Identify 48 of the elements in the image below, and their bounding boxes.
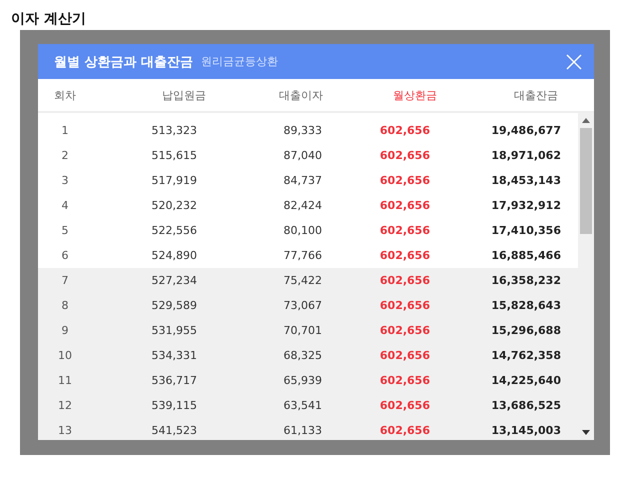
table-cell: 73,067 <box>197 293 322 318</box>
table-cell: 602,656 <box>322 393 430 418</box>
scroll-down-icon[interactable] <box>582 430 590 435</box>
scrollbar-thumb[interactable] <box>580 128 592 234</box>
close-icon[interactable] <box>566 54 582 70</box>
modal-subtitle: 원리금균등상환 <box>201 54 278 69</box>
column-header: 회차 <box>53 88 77 102</box>
table-cell: 14,225,640 <box>430 368 578 393</box>
table-cell: 602,656 <box>322 343 430 368</box>
table-cell: 602,656 <box>322 293 430 318</box>
table-cell: 602,656 <box>322 318 430 343</box>
table-cell: 536,717 <box>92 368 197 393</box>
table-cell: 7 <box>38 268 92 293</box>
table-cell: 541,523 <box>92 418 197 440</box>
table-cell: 16,358,232 <box>430 268 578 293</box>
table-cell: 534,331 <box>92 343 197 368</box>
table-cell: 15,296,688 <box>430 318 578 343</box>
table-cell: 68,325 <box>197 343 322 368</box>
table-cell: 61,133 <box>197 418 322 440</box>
column-header: 납입원금 <box>161 88 206 102</box>
table-cell: 602,656 <box>322 368 430 393</box>
column-header: 대출잔금 <box>513 88 558 102</box>
table-cell: 602,656 <box>322 268 430 293</box>
table-cell: 527,234 <box>92 268 197 293</box>
table-cell: 11 <box>38 368 92 393</box>
scroll-up-icon[interactable] <box>582 118 590 123</box>
modal-title: 월별 상환금과 대출잔금 <box>54 54 194 70</box>
table-cell: 13 <box>38 418 92 440</box>
table-cell: 13,686,525 <box>430 393 578 418</box>
column-header: 대출이자 <box>278 88 323 102</box>
table-cell: 13,145,003 <box>430 418 578 440</box>
scrollbar[interactable] <box>578 113 594 440</box>
table-cell: 531,955 <box>92 318 197 343</box>
table-cell: 70,701 <box>197 318 322 343</box>
table-cell: 63,541 <box>197 393 322 418</box>
table-cell: 75,422 <box>197 268 322 293</box>
table-cell: 8 <box>38 293 92 318</box>
table-cell: 14,762,358 <box>430 343 578 368</box>
table-cell: 539,115 <box>92 393 197 418</box>
table-cell: 10 <box>38 343 92 368</box>
table-cell: 529,589 <box>92 293 197 318</box>
table-cell: 12 <box>38 393 92 418</box>
page-title: 이자 계산기 <box>10 10 87 29</box>
table-cell: 15,828,643 <box>430 293 578 318</box>
table-cell: 602,656 <box>322 418 430 440</box>
table-cell: 65,939 <box>197 368 322 393</box>
table-cell: 9 <box>38 318 92 343</box>
column-header: 월상환금 <box>392 88 437 102</box>
